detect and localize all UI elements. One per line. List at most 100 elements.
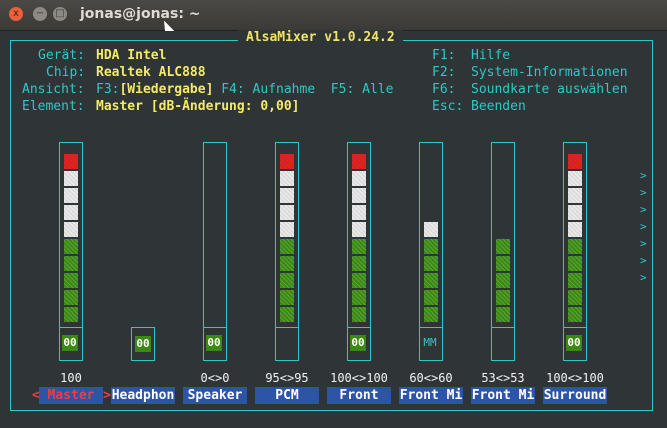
- channel-label[interactable]: Speaker: [183, 387, 247, 404]
- info-key-view: Ansicht:: [22, 82, 85, 97]
- level-segment: [352, 222, 366, 237]
- mute-switch-label: MM: [423, 336, 437, 349]
- level-segment: [424, 256, 438, 271]
- level-segment: [568, 222, 582, 237]
- info-key-chip: Chip:: [46, 65, 86, 80]
- window-title: jonas@jonas: ~: [80, 6, 201, 22]
- level-segment: [496, 273, 510, 288]
- level-segment: [64, 307, 78, 322]
- level-segment: [568, 188, 582, 203]
- level-segment: [64, 188, 78, 203]
- key-f6: F6:: [432, 82, 456, 97]
- level-segment: [352, 307, 366, 322]
- level-segment: [280, 222, 294, 237]
- key-esc: Esc:: [432, 99, 464, 114]
- level-segment: [568, 205, 582, 220]
- level-segment: [280, 188, 294, 203]
- key-esc-label: Beenden: [471, 99, 526, 114]
- info-key-device: Gerät:: [38, 48, 85, 63]
- level-segment: [352, 239, 366, 254]
- mute-switch[interactable]: 00: [59, 327, 83, 361]
- channel-label[interactable]: PCM: [255, 387, 319, 404]
- level-segment: [64, 171, 78, 186]
- mixer-title: AlsaMixer v1.0.24.2: [238, 30, 403, 45]
- volume-value: 0<>0: [200, 371, 230, 385]
- mute-switch[interactable]: [275, 327, 299, 361]
- level-segment: [496, 239, 510, 254]
- mute-switch[interactable]: 00: [203, 327, 227, 361]
- level-segment: [496, 256, 510, 271]
- key-f1-label: Hilfe: [471, 48, 511, 63]
- volume-value: 100: [60, 371, 82, 385]
- level-segment: [64, 256, 78, 271]
- terminal-window: x − □ jonas@jonas: ~ AlsaMixer v1.0.24.2…: [0, 0, 667, 428]
- level-segment: [424, 273, 438, 288]
- more-channels-arrow-icon: >: [640, 237, 647, 250]
- more-channels-arrow-icon: >: [640, 186, 647, 199]
- more-channels-arrow-icon: >: [640, 169, 647, 182]
- level-segment: [352, 205, 366, 220]
- level-segment: [280, 171, 294, 186]
- level-segment: [280, 273, 294, 288]
- more-channels-arrow-icon: >: [640, 220, 647, 233]
- mute-switch[interactable]: 00: [563, 327, 587, 361]
- more-channels-arrow-icon: >: [640, 271, 647, 284]
- volume-value: 60<>60: [409, 371, 453, 385]
- level-segment: [280, 290, 294, 305]
- info-value-element: Master [dB-Änderung: 0,00]: [96, 99, 300, 114]
- mute-switch-label: 00: [62, 335, 78, 351]
- level-segment: [424, 239, 438, 254]
- info-value-device: HDA Intel: [96, 48, 167, 63]
- mute-switch-label: 00: [135, 336, 151, 352]
- level-segment: [280, 307, 294, 322]
- level-segment: [280, 239, 294, 254]
- mute-switch[interactable]: 00: [131, 327, 155, 361]
- level-segment: [568, 256, 582, 271]
- level-segment: [280, 256, 294, 271]
- info-key-element: Element:: [22, 99, 85, 114]
- level-segment: [352, 188, 366, 203]
- maximize-button[interactable]: □: [53, 7, 67, 21]
- level-segment: [280, 154, 294, 169]
- level-segment: [64, 273, 78, 288]
- volume-value: 95<>95: [265, 371, 309, 385]
- level-segment: [496, 307, 510, 322]
- level-segment: [280, 205, 294, 220]
- mute-switch-label: 00: [350, 335, 366, 351]
- more-channels-arrow-icon: >: [640, 203, 647, 216]
- channel-label[interactable]: Front: [327, 387, 391, 404]
- key-f1: F1:: [432, 48, 456, 63]
- level-segment: [424, 290, 438, 305]
- level-segment: [424, 307, 438, 322]
- info-value-view: F3:[Wiedergabe] F4: Aufnahme F5: Alle: [96, 82, 394, 97]
- key-f2: F2:: [432, 65, 456, 80]
- info-value-chip: Realtek ALC888: [96, 65, 206, 80]
- level-segment: [568, 171, 582, 186]
- level-segment: [64, 239, 78, 254]
- channel-label[interactable]: Headphon: [111, 387, 175, 404]
- mute-switch[interactable]: 00: [347, 327, 371, 361]
- minimize-button[interactable]: −: [33, 7, 47, 21]
- level-segment: [64, 154, 78, 169]
- mute-switch-label: 00: [206, 335, 222, 351]
- selection-right-marker: >: [103, 388, 111, 403]
- channel-label[interactable]: Master: [39, 387, 103, 404]
- close-button[interactable]: x: [9, 7, 23, 21]
- level-segment: [64, 205, 78, 220]
- level-segment: [568, 154, 582, 169]
- channel-label[interactable]: Front Mi: [471, 387, 535, 404]
- level-segment: [352, 290, 366, 305]
- volume-value: 53<>53: [481, 371, 525, 385]
- level-segment: [64, 290, 78, 305]
- level-segment: [352, 273, 366, 288]
- channel-label[interactable]: Front Mi: [399, 387, 463, 404]
- level-segment: [352, 256, 366, 271]
- mute-switch[interactable]: [491, 327, 515, 361]
- volume-value: 100<>100: [330, 371, 388, 385]
- volume-value: 100<>100: [546, 371, 604, 385]
- level-segment: [352, 154, 366, 169]
- mute-switch[interactable]: MM: [419, 327, 443, 361]
- channel-label[interactable]: Surround: [543, 387, 607, 404]
- level-segment: [568, 307, 582, 322]
- level-segment: [568, 273, 582, 288]
